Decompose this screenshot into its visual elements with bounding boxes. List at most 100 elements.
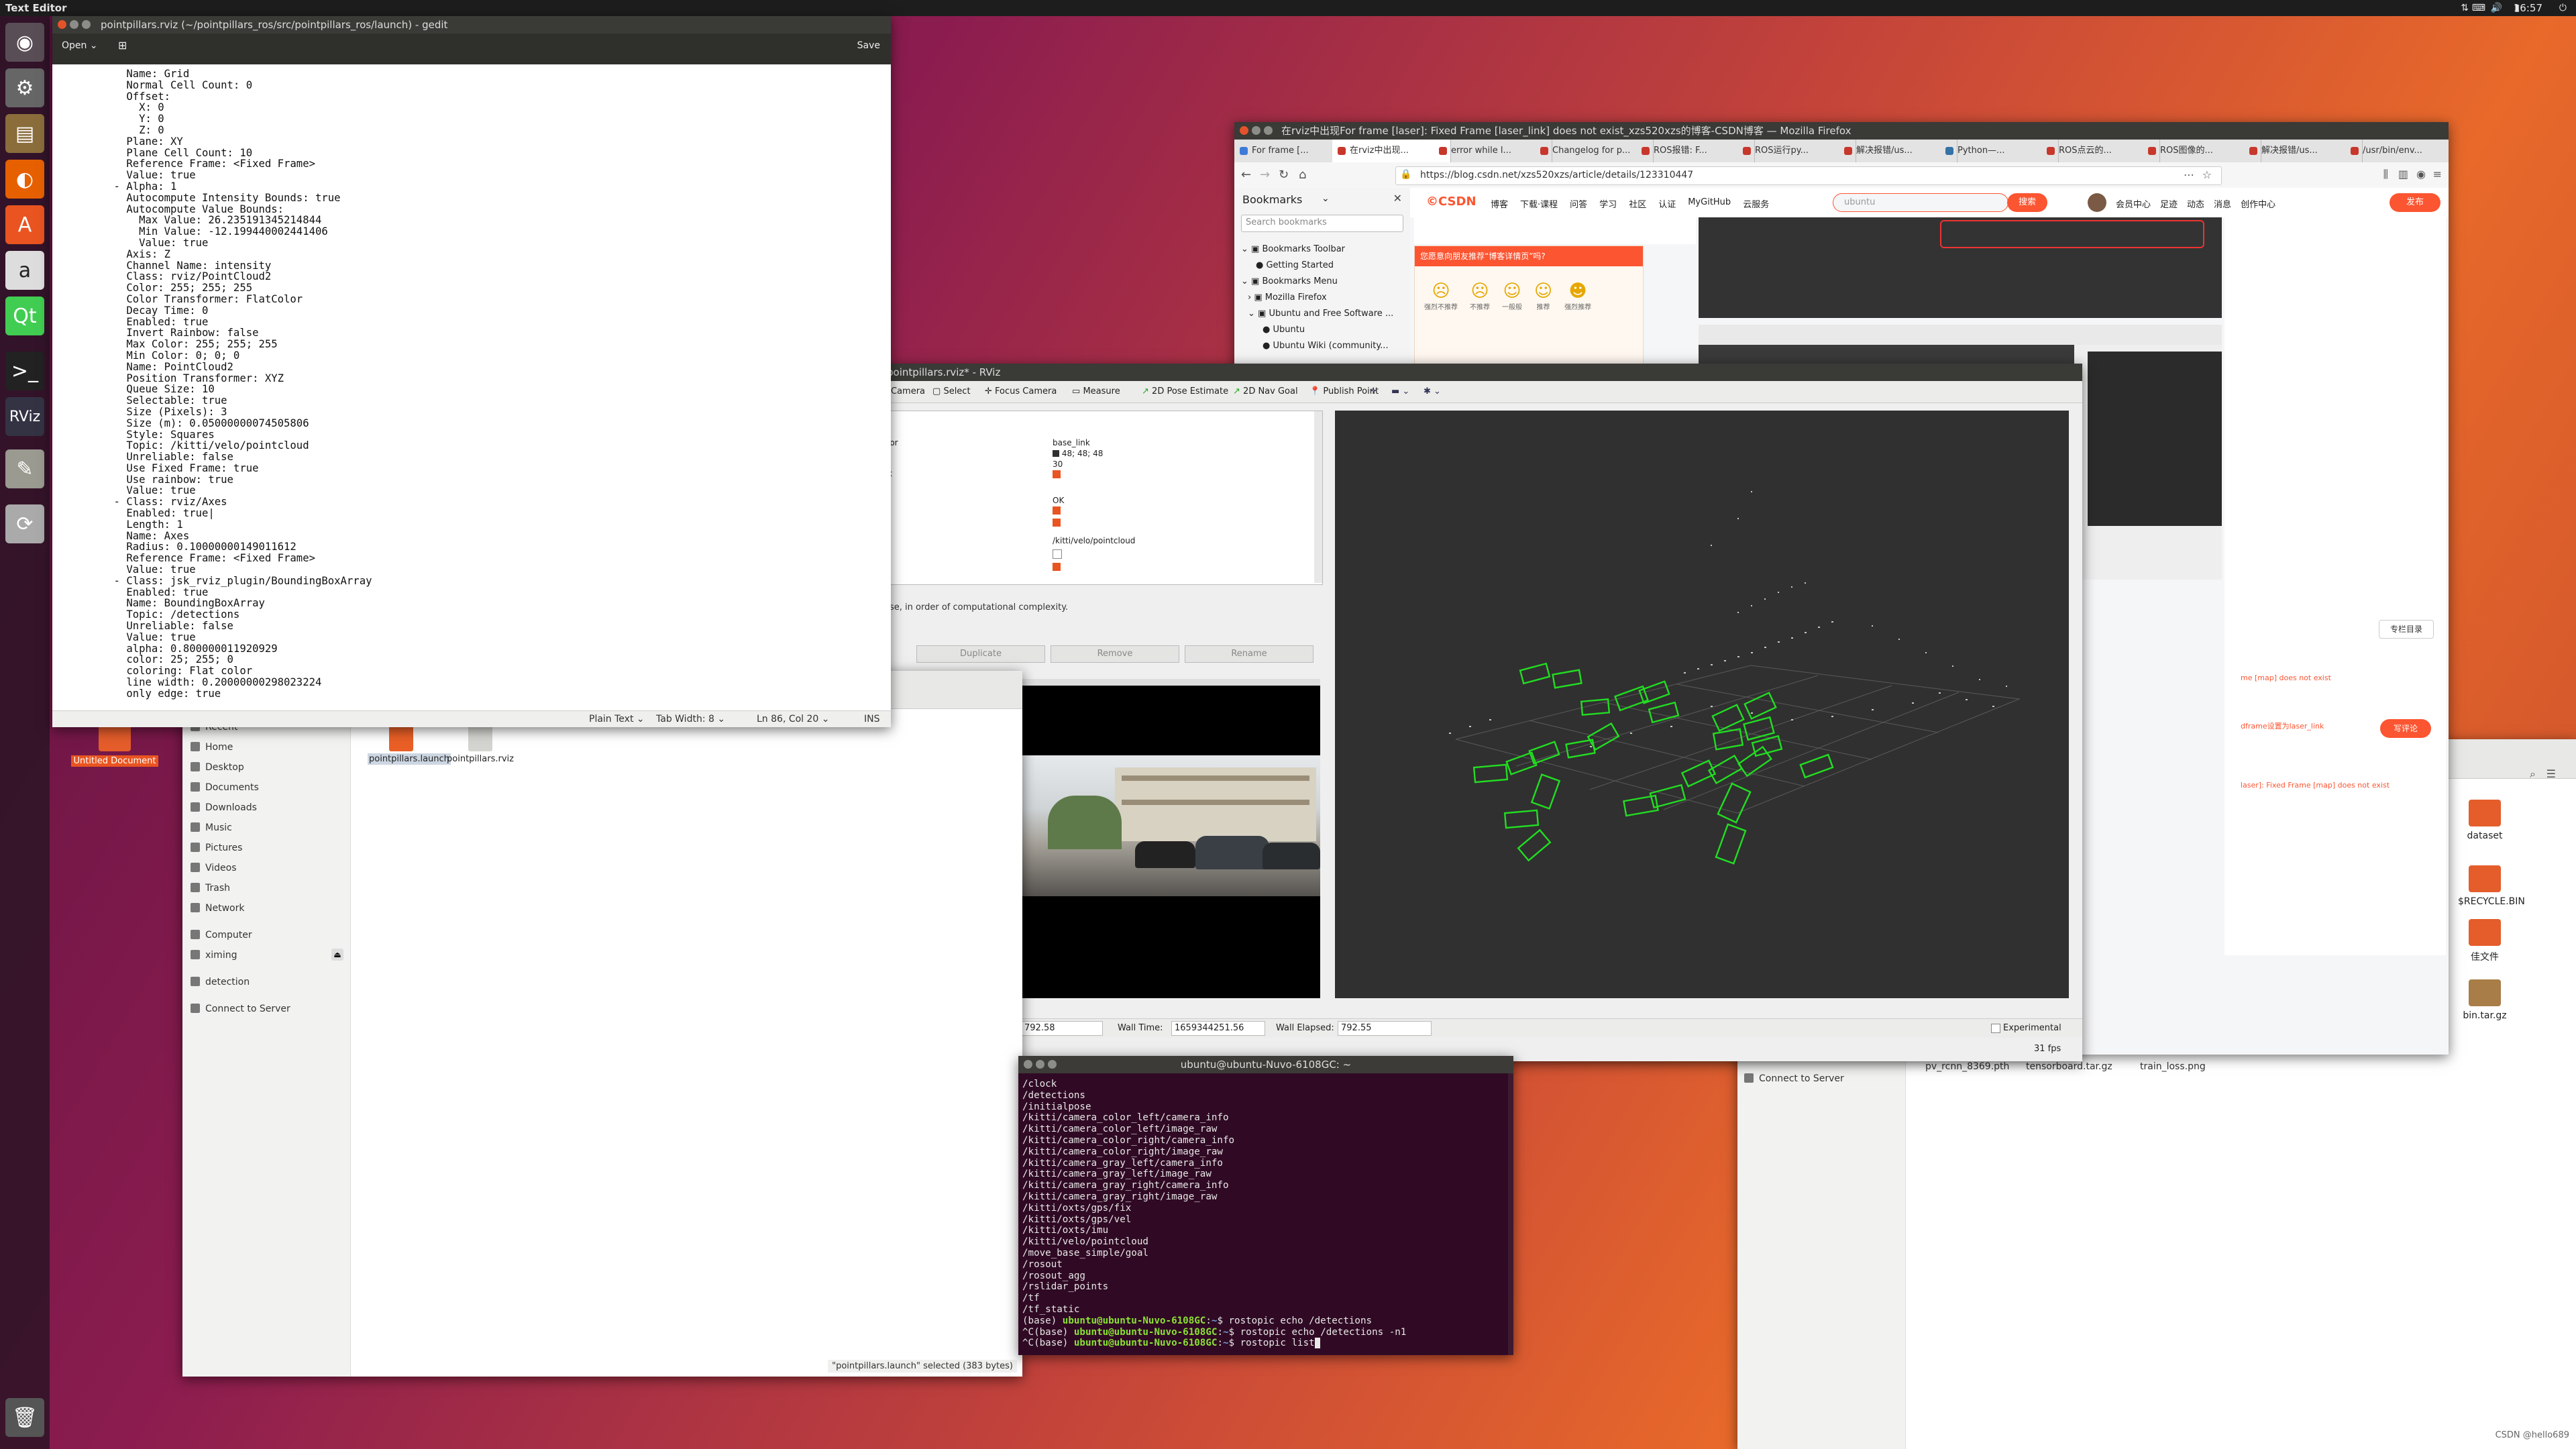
- tool-measure[interactable]: ▭ Measure: [1072, 383, 1120, 400]
- feedback-option[interactable]: ☺ 一般般: [1502, 281, 1522, 311]
- bookmarks-sidebar-title[interactable]: Bookmarks: [1242, 193, 1302, 206]
- terminal-icon[interactable]: >_: [5, 352, 44, 390]
- chevron-down-icon[interactable]: ⌄: [1322, 193, 1330, 204]
- sidebar-icon[interactable]: ▥: [2398, 168, 2408, 180]
- file-item-rviz[interactable]: pointpillars.rviz: [447, 722, 514, 764]
- ros-time-field[interactable]: 792.58: [1021, 1021, 1103, 1036]
- sidebar-item-downloads[interactable]: Downloads: [191, 802, 257, 813]
- checkbox-checked[interactable]: [1053, 563, 1061, 571]
- tab[interactable]: /usr/bin/env...: [2345, 140, 2449, 162]
- sidebar-item-home[interactable]: Home: [191, 742, 233, 753]
- gedit-icon[interactable]: ✎: [5, 449, 44, 488]
- sidebar-item-detection[interactable]: detection: [191, 977, 250, 987]
- power-icon[interactable]: ⏻: [2559, 0, 2567, 16]
- maximize-icon[interactable]: [1264, 126, 1273, 135]
- account-icon[interactable]: ◉: [2416, 168, 2426, 180]
- avatar[interactable]: [2088, 193, 2106, 212]
- bookmark-star-icon[interactable]: ☆: [2202, 168, 2212, 181]
- display-property-value[interactable]: 30: [1053, 460, 1063, 469]
- checkbox-checked[interactable]: [1053, 519, 1061, 527]
- desktop-icon-bin-tar[interactable]: bin.tar.gz: [2458, 979, 2512, 1021]
- software-updater-icon[interactable]: ⟳: [5, 504, 44, 543]
- duplicate-button[interactable]: Duplicate: [916, 645, 1045, 663]
- checkbox-checked[interactable]: [1053, 506, 1061, 515]
- firefox-titlebar[interactable]: 在rviz中出现For frame [laser]: Fixed Frame […: [1234, 122, 2449, 140]
- bookmark-item[interactable]: ● Getting Started: [1241, 258, 1393, 274]
- scrollbar[interactable]: [1508, 1073, 1513, 1355]
- display-property-value[interactable]: 48; 48; 48: [1053, 449, 1103, 458]
- network-icon[interactable]: ⇅: [2461, 0, 2469, 16]
- bookmark-folder[interactable]: ⌄ ▣ Ubuntu and Free Software ...: [1241, 306, 1393, 322]
- clock[interactable]: 16:57: [2514, 0, 2542, 16]
- file-item[interactable]: tensorboard.tar.gz: [2026, 1061, 2112, 1072]
- close-icon[interactable]: [58, 20, 66, 29]
- desktop-icon-folder[interactable]: 佳文件: [2458, 919, 2512, 963]
- sidebar-item-videos[interactable]: Videos: [191, 863, 237, 873]
- tool-select[interactable]: ▢ Select: [932, 383, 971, 400]
- page-actions-icon[interactable]: ⋯: [2184, 168, 2194, 181]
- sidebar-item-documents[interactable]: Documents: [191, 782, 259, 793]
- maximize-icon[interactable]: [82, 20, 91, 29]
- tool-publish-point[interactable]: 📍 Publish Point: [1309, 383, 1379, 400]
- system-settings-icon[interactable]: ⚙: [5, 68, 44, 107]
- csdn-publish-button[interactable]: 发布: [2390, 193, 2440, 212]
- rename-button[interactable]: Rename: [1185, 645, 1313, 663]
- save-button[interactable]: Save: [857, 40, 880, 51]
- eject-icon[interactable]: ⏏: [331, 949, 343, 961]
- text-editor-area[interactable]: Name: Grid Normal Cell Count: 0 Offset: …: [52, 64, 891, 727]
- file-item[interactable]: pv_rcnn_8369.pth: [1925, 1061, 2009, 1072]
- bookmark-item[interactable]: ● Ubuntu Wiki (community...: [1241, 338, 1393, 354]
- back-icon[interactable]: ←: [1241, 168, 1251, 182]
- open-button[interactable]: Open ⌄: [62, 40, 98, 51]
- bookmark-folder[interactable]: › ▣ Mozilla Firefox: [1241, 290, 1393, 306]
- forward-icon[interactable]: →: [1260, 168, 1270, 182]
- checkbox-checked[interactable]: [1053, 470, 1061, 478]
- rviz-icon[interactable]: RViz: [5, 397, 44, 436]
- close-icon[interactable]: [1240, 126, 1248, 135]
- tool-options-icon[interactable]: ✱ ⌄: [1424, 383, 1441, 400]
- sidebar-item-network[interactable]: Network: [191, 903, 244, 914]
- file-item[interactable]: train_loss.png: [2140, 1061, 2206, 1072]
- sidebar-item-computer[interactable]: Computer: [191, 930, 252, 941]
- gedit-titlebar[interactable]: pointpillars.rviz (~/pointpillars_ros/sr…: [52, 16, 891, 34]
- experimental-checkbox[interactable]: [1991, 1024, 2000, 1033]
- connect-to-server[interactable]: Connect to Server: [1744, 1073, 1844, 1084]
- file-item-launch[interactable]: pointpillars.launch: [368, 722, 451, 765]
- csdn-logo[interactable]: ©CSDN: [1426, 195, 1477, 209]
- sidebar-item-pictures[interactable]: Pictures: [191, 843, 242, 853]
- related-article[interactable]: me [map] does not exist: [2241, 674, 2449, 687]
- bookmark-item[interactable]: ● Ubuntu: [1241, 322, 1393, 338]
- feedback-option[interactable]: ☹ 不推荐: [1470, 281, 1490, 311]
- minimize-icon[interactable]: [70, 20, 78, 29]
- feedback-option[interactable]: ☻ 强烈推荐: [1564, 281, 1591, 311]
- tool-2d-nav-goal[interactable]: ↗ 2D Nav Goal: [1233, 383, 1298, 400]
- home-icon[interactable]: ⌂: [1299, 168, 1306, 182]
- volume-icon[interactable]: 🔊: [2491, 0, 2502, 16]
- keyboard-icon[interactable]: ⌨: [2472, 0, 2485, 16]
- column-directory-button[interactable]: 专栏目录: [2379, 620, 2434, 639]
- csdn-search-button[interactable]: 搜索: [2007, 193, 2047, 212]
- qt-creator-icon[interactable]: Qt: [5, 297, 44, 335]
- write-comment-button[interactable]: 写评论: [2380, 719, 2431, 738]
- tool-focus-camera[interactable]: ✛ Focus Camera: [985, 383, 1057, 400]
- wall-elapsed-field[interactable]: 792.55: [1338, 1021, 1432, 1036]
- amazon-icon[interactable]: a: [5, 251, 44, 290]
- terminal-titlebar[interactable]: ubuntu@ubuntu-Nuvo-6108GC: ~: [1018, 1056, 1513, 1073]
- rviz-3d-view[interactable]: [1335, 411, 2069, 998]
- tool-add-icon[interactable]: ✛: [1370, 383, 1377, 400]
- display-topic[interactable]: /kitti/velo/pointcloud: [1053, 536, 1135, 545]
- related-article[interactable]: dframe设置为laser_link: [2241, 720, 2324, 731]
- tool-2d-pose-estimate[interactable]: ↗ 2D Pose Estimate: [1142, 383, 1228, 400]
- firefox-icon[interactable]: ◐: [5, 160, 44, 199]
- csdn-search-input[interactable]: ubuntu: [1833, 193, 2008, 212]
- sidebar-item-ximing[interactable]: ximing: [191, 950, 237, 961]
- remove-button[interactable]: Remove: [1051, 645, 1179, 663]
- cursor-position[interactable]: Ln 86, Col 20 ⌄: [757, 714, 830, 724]
- software-center-icon[interactable]: A: [5, 205, 44, 244]
- desktop-icon-recycle-bin[interactable]: $RECYCLE.BIN: [2458, 865, 2525, 907]
- sidebar-item-desktop[interactable]: Desktop: [191, 762, 244, 773]
- url-bar[interactable]: 🔒 https://blog.csdn.net/xzs520xzs/articl…: [1395, 166, 2222, 185]
- reload-icon[interactable]: ↻: [1279, 168, 1289, 182]
- tab-width-selector[interactable]: Tab Width: 8 ⌄: [656, 714, 725, 724]
- display-property-value[interactable]: base_link: [1053, 438, 1090, 447]
